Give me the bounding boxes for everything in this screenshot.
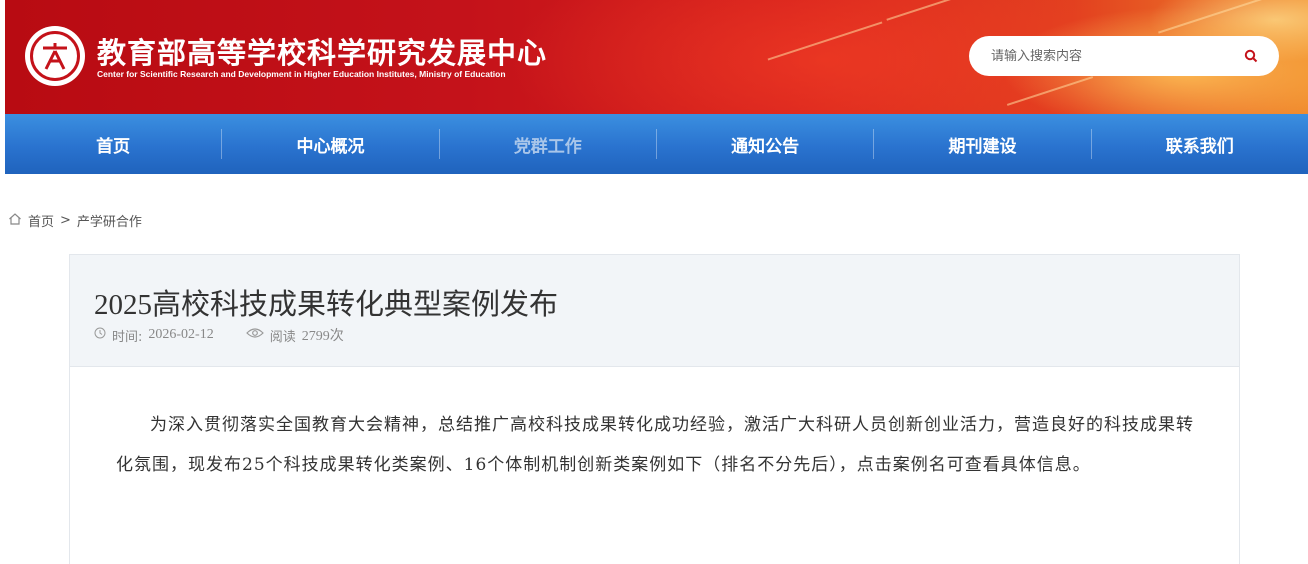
- nav-item-party[interactable]: 党群工作: [440, 114, 656, 174]
- article-title: 2025高校科技成果转化典型案例发布: [94, 289, 559, 321]
- article-body: 为深入贯彻落实全国教育大会精神，总结推广高校科技成果转化成功经验，激活广大科研人…: [69, 367, 1240, 564]
- clock-icon: [94, 327, 106, 343]
- search-box: [969, 36, 1279, 76]
- breadcrumb-current[interactable]: 产学研合作: [77, 211, 142, 230]
- article-header: 2025高校科技成果转化典型案例发布 时间: 2026-02-12 阅读 279…: [69, 254, 1240, 367]
- breadcrumb-separator: >: [60, 213, 71, 228]
- publish-date: 2026-02-12: [148, 327, 214, 342]
- article-meta: 时间: 2026-02-12 阅读 2799次: [94, 325, 344, 345]
- home-icon[interactable]: [8, 212, 22, 230]
- nav-item-about[interactable]: 中心概况: [222, 114, 438, 174]
- nav-item-contact[interactable]: 联系我们: [1092, 114, 1308, 174]
- site-subtitle: Center for Scientific Research and Devel…: [97, 69, 506, 79]
- nav-item-notices[interactable]: 通知公告: [657, 114, 873, 174]
- nav-item-journals[interactable]: 期刊建设: [874, 114, 1090, 174]
- logo-emblem-icon[interactable]: [25, 26, 85, 86]
- breadcrumb-home-link[interactable]: 首页: [28, 211, 54, 230]
- eye-icon: [245, 327, 264, 343]
- site-title[interactable]: 教育部高等学校科学研究发展中心: [97, 30, 547, 72]
- main-nav: 首页 中心概况 党群工作 通知公告 期刊建设 联系我们: [5, 114, 1308, 174]
- time-label: 时间:: [112, 329, 143, 345]
- breadcrumb: 首页 > 产学研合作: [8, 211, 142, 230]
- search-input[interactable]: [991, 48, 1241, 64]
- site-header: 教育部高等学校科学研究发展中心 Center for Scientific Re…: [5, 0, 1308, 114]
- views-label: 阅读: [269, 329, 296, 345]
- search-icon[interactable]: [1241, 46, 1261, 66]
- article-paragraph: 为深入贯彻落实全国教育大会精神，总结推广高校科技成果转化成功经验，激活广大科研人…: [116, 415, 1194, 475]
- nav-item-home[interactable]: 首页: [5, 114, 221, 174]
- view-count: 2799次: [301, 329, 344, 344]
